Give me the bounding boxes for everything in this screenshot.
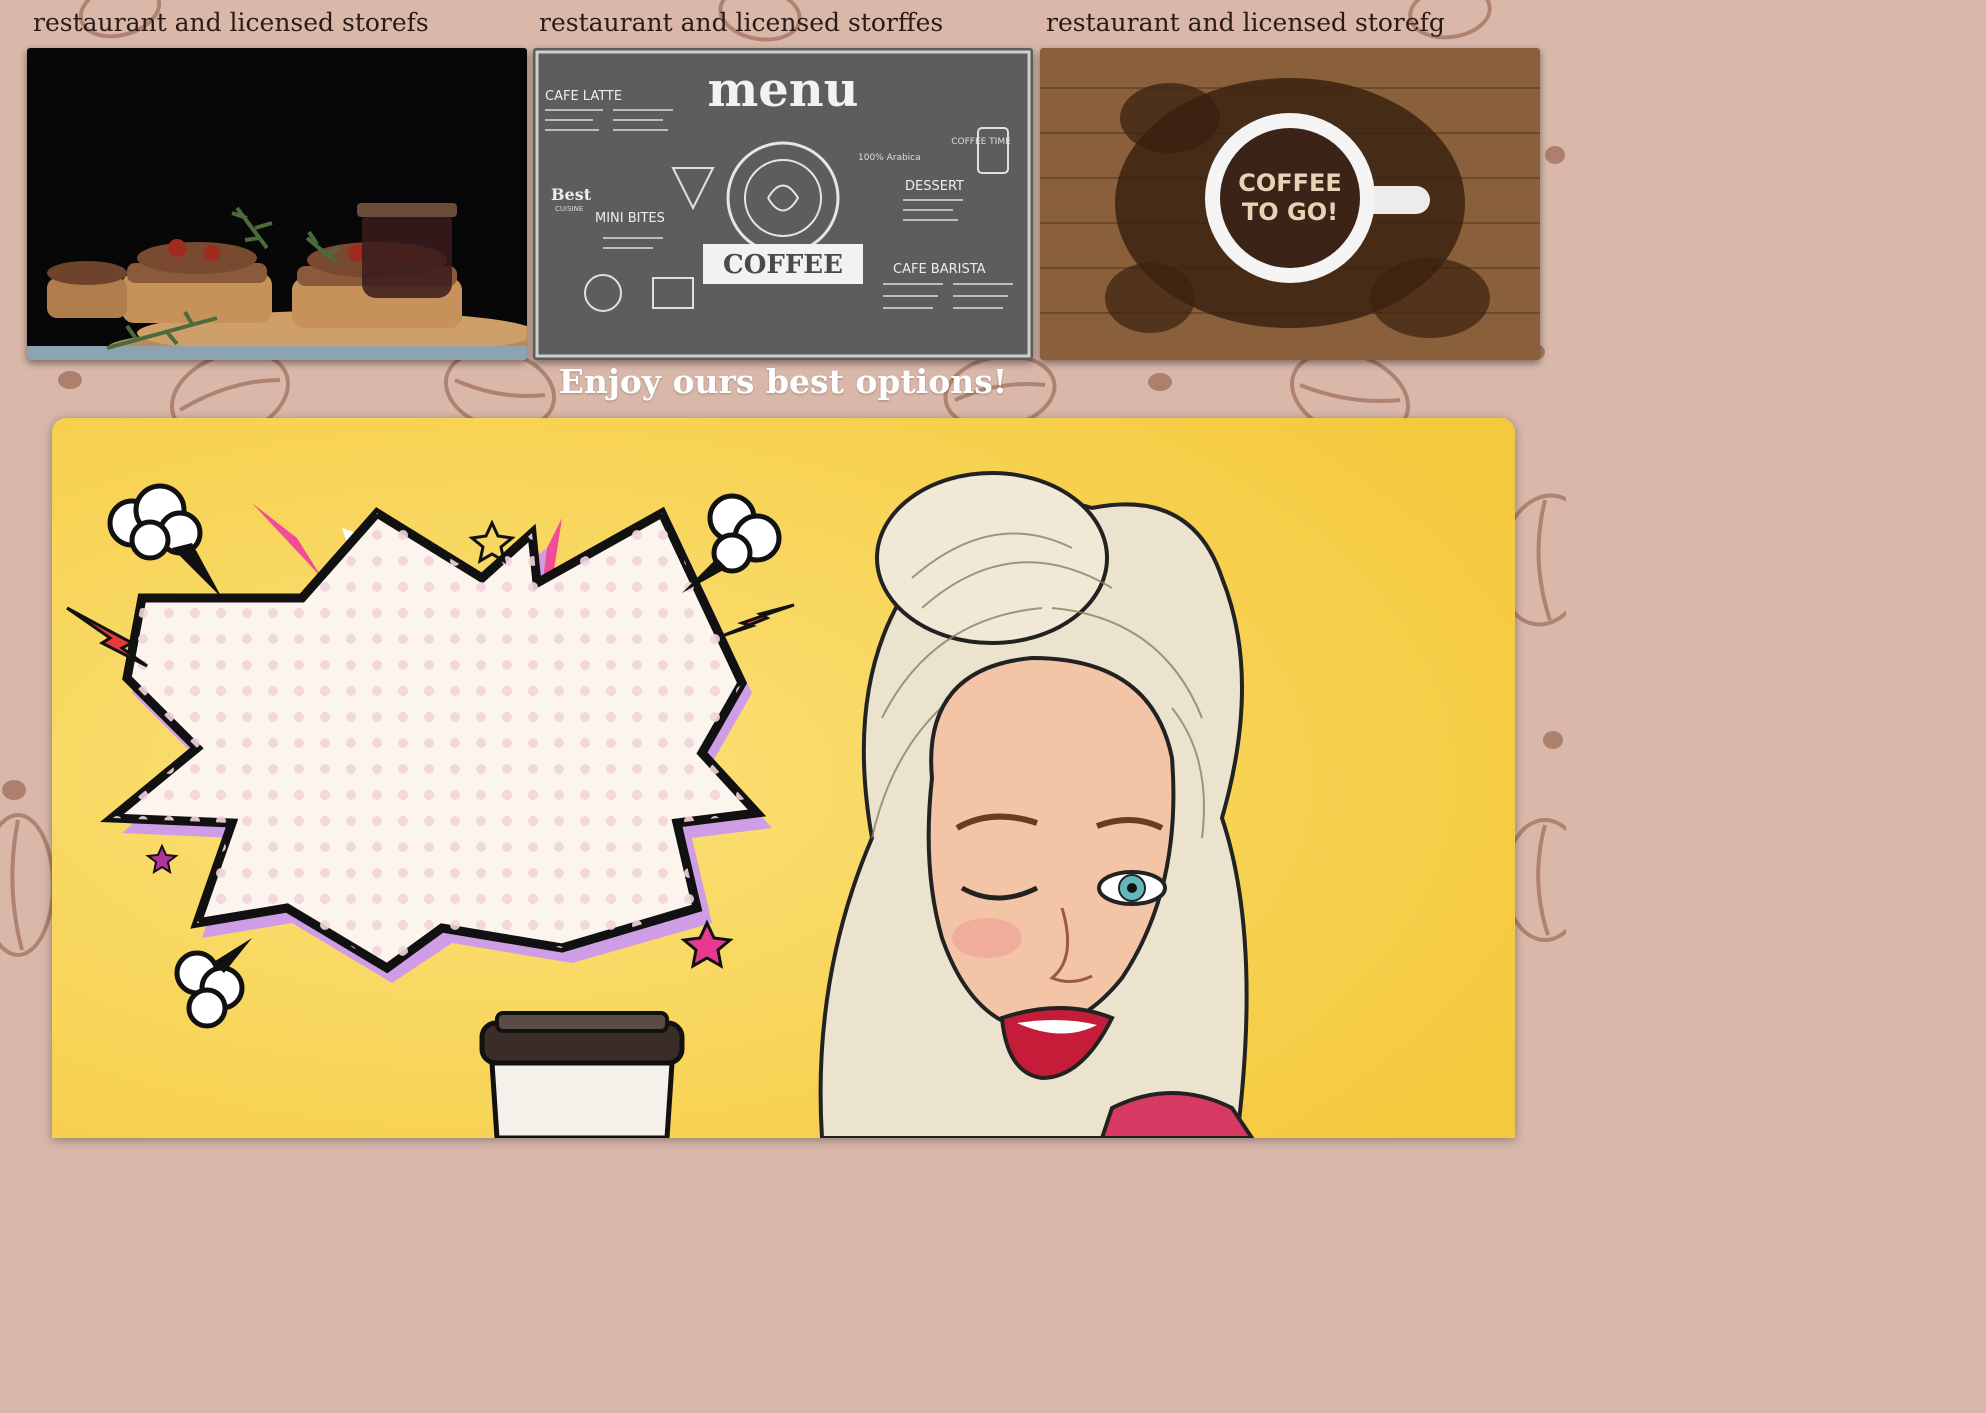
menu-section-label: DESSERT [905, 179, 964, 194]
bruschetta-photo[interactable] [27, 48, 527, 360]
store-title: restaurant and licensed storffes [539, 8, 944, 37]
tagline: Enjoy ours best options! [558, 362, 1008, 401]
store-cards-row: restaurant and licensed storefs restaura… [0, 0, 1566, 370]
coffee-to-go-photo[interactable]: COFFEE TO GO! [1040, 48, 1540, 360]
coffee-cup-line2: TO GO! [1242, 198, 1338, 226]
pop-art-banner [52, 418, 1515, 1138]
menu-section-label: CAFE BARISTA [893, 262, 986, 277]
menu-heading: menu [707, 62, 858, 118]
menu-best-label: Best [551, 185, 592, 204]
coffee-cup-line1: COFFEE [1238, 169, 1342, 197]
menu-section-label: MINI BITES [595, 211, 665, 226]
coffee-time-label: COFFEE TIME [951, 137, 1011, 147]
menu-cuisine-label: CUISINE [555, 205, 583, 213]
store-title: restaurant and licensed storefg [1046, 8, 1445, 37]
pop-art-woman [818, 471, 1255, 1138]
chalkboard-menu-photo[interactable]: menu COFFEE CAFE LATTE MINI BITES DESSER… [533, 48, 1033, 360]
pop-art-woman-coffee [52, 418, 1515, 1138]
coffee-cup-icon [479, 1011, 685, 1138]
menu-arabica-label: 100% Arabica [858, 153, 921, 163]
coffee-bean-icon [0, 813, 55, 957]
store-title: restaurant and licensed storefs [33, 8, 429, 37]
menu-section-label: CAFE LATTE [545, 89, 622, 104]
coffee-badge: COFFEE [723, 250, 843, 280]
